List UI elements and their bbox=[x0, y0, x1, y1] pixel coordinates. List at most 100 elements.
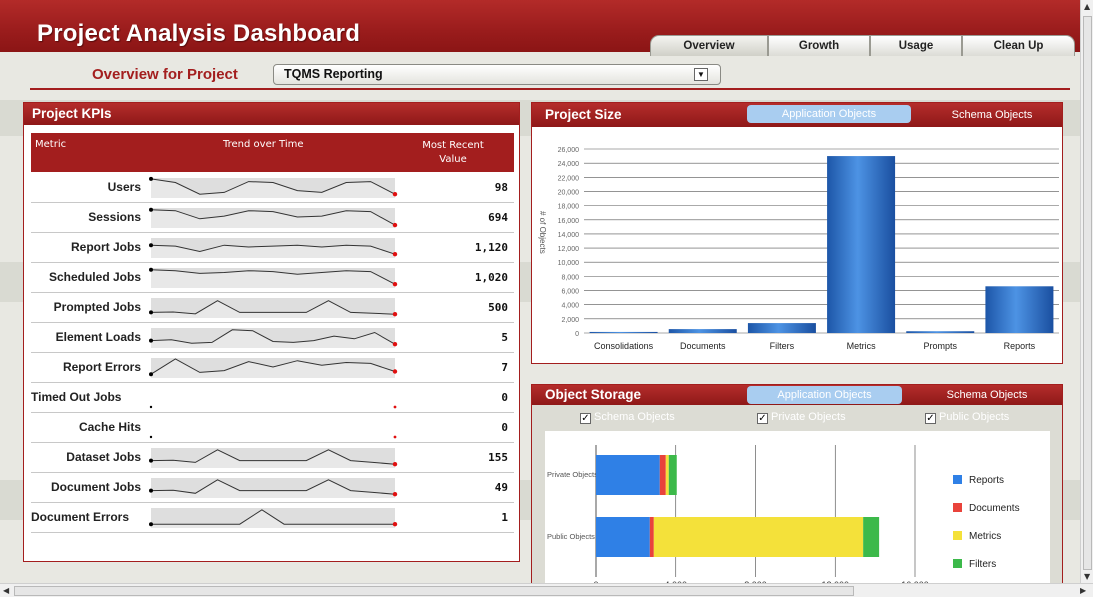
kpi-row: Users 98 bbox=[31, 173, 514, 203]
kpi-value: 0 bbox=[501, 391, 508, 404]
kpi-table-header: Metric Trend over Time Most Recent Value bbox=[31, 133, 514, 172]
project-size-header: Project Size Application Objects Schema … bbox=[532, 103, 1062, 127]
tab-overview[interactable]: Overview bbox=[650, 35, 768, 56]
y-axis-label: # of Objects bbox=[538, 211, 547, 254]
legend-label: Filters bbox=[969, 559, 996, 570]
x-tick-label: Documents bbox=[680, 341, 726, 351]
y-tick-label: 6,000 bbox=[561, 289, 579, 296]
y-tick-label: 4,000 bbox=[561, 303, 579, 310]
bar-segment bbox=[665, 455, 669, 495]
kpi-panel-title: Project KPIs bbox=[32, 106, 112, 121]
checkbox-icon[interactable]: ✓ bbox=[580, 413, 591, 424]
kpi-name: Report Errors bbox=[62, 360, 141, 374]
scroll-up-icon[interactable]: ▲ bbox=[1084, 2, 1090, 11]
kpi-name: Timed Out Jobs bbox=[31, 390, 122, 404]
sparkline-start-point bbox=[149, 405, 153, 409]
checkbox-icon[interactable]: ✓ bbox=[925, 413, 936, 424]
checkbox-private-objects[interactable]: ✓ Private Objects bbox=[757, 411, 846, 424]
kpi-row: Dataset Jobs 155 bbox=[31, 443, 514, 473]
scroll-thumb[interactable] bbox=[1083, 16, 1092, 570]
bar-segment bbox=[668, 455, 677, 495]
tab-growth[interactable]: Growth bbox=[768, 35, 870, 56]
kpi-row: Prompted Jobs 500 bbox=[31, 293, 514, 323]
kpi-row: Document Jobs 49 bbox=[31, 473, 514, 503]
kpi-row: Element Loads 5 bbox=[31, 323, 514, 353]
sparkline-end-point bbox=[393, 405, 397, 409]
sparkline bbox=[149, 358, 398, 378]
kpi-row: Report Errors 7 bbox=[31, 353, 514, 383]
sparkline-start-point bbox=[149, 458, 153, 463]
tab-application-objects[interactable]: Application Objects bbox=[747, 105, 911, 123]
tab-schema-objects[interactable]: Schema Objects bbox=[932, 386, 1042, 404]
kpi-value: 7 bbox=[501, 361, 508, 374]
bar bbox=[747, 323, 816, 333]
y-tick-label: 8,000 bbox=[561, 274, 579, 281]
y-tick-label: Private Objects bbox=[547, 470, 598, 479]
sparkline-start-point bbox=[149, 522, 153, 527]
checkbox-label: Private Objects bbox=[771, 411, 846, 423]
bar bbox=[668, 329, 737, 333]
sparkline-end-point bbox=[392, 252, 398, 257]
sparkline-start-point bbox=[149, 338, 153, 343]
sparkline bbox=[149, 448, 398, 468]
scroll-down-icon[interactable]: ▼ bbox=[1084, 572, 1090, 581]
sparkline-start-point bbox=[149, 267, 153, 272]
sparkline-end-point bbox=[392, 192, 398, 197]
tab-schema-objects[interactable]: Schema Objects bbox=[942, 106, 1042, 124]
tab-application-objects[interactable]: Application Objects bbox=[747, 386, 902, 404]
y-tick-label: 12,000 bbox=[558, 246, 580, 253]
sparkline-end-point bbox=[392, 522, 398, 527]
y-tick-label: 14,000 bbox=[558, 232, 580, 239]
y-tick-label: 20,000 bbox=[558, 189, 580, 196]
kpi-name: Element Loads bbox=[55, 330, 141, 344]
legend-label: Documents bbox=[969, 503, 1020, 514]
sparkline-end-point bbox=[392, 462, 398, 467]
vertical-scrollbar[interactable]: ▲ ▼ bbox=[1080, 0, 1093, 583]
sparkline-end-point bbox=[392, 369, 398, 374]
x-tick-label: Consolidations bbox=[594, 341, 654, 351]
kpi-name: Scheduled Jobs bbox=[48, 270, 141, 284]
kpi-value: 1 bbox=[501, 511, 508, 524]
bar-segment bbox=[596, 455, 660, 495]
checkbox-icon[interactable]: ✓ bbox=[757, 413, 768, 424]
sparkline-start-point bbox=[149, 372, 153, 377]
y-tick-label: Public Objects bbox=[547, 532, 595, 541]
y-tick-label: 16,000 bbox=[558, 218, 580, 225]
tab-clean-up[interactable]: Clean Up bbox=[962, 35, 1075, 56]
page-title: Project Analysis Dashboard bbox=[37, 20, 361, 47]
legend-swatch bbox=[953, 503, 962, 512]
horizontal-scrollbar[interactable]: ◀ ▶ bbox=[0, 583, 1093, 597]
sparkline-start-point bbox=[149, 435, 153, 439]
checkbox-public-objects[interactable]: ✓ Public Objects bbox=[925, 411, 1009, 424]
kpi-name: Users bbox=[107, 180, 141, 194]
checkbox-schema-objects[interactable]: ✓ Schema Objects bbox=[580, 411, 675, 424]
kpi-row: Timed Out Jobs 0 bbox=[31, 383, 514, 413]
scroll-thumb[interactable] bbox=[14, 586, 854, 596]
kpi-name: Cache Hits bbox=[78, 420, 141, 434]
bar bbox=[906, 331, 975, 333]
kpi-value: 98 bbox=[494, 181, 508, 194]
object-storage-chart: 04,0008,00012,00016,000Private ObjectsPu… bbox=[545, 431, 1050, 583]
y-tick-label: 24,000 bbox=[558, 161, 580, 168]
y-tick-label: 18,000 bbox=[558, 204, 580, 211]
legend-swatch bbox=[953, 559, 962, 568]
legend-swatch bbox=[953, 475, 962, 484]
tab-usage[interactable]: Usage bbox=[870, 35, 962, 56]
kpi-value: 1,120 bbox=[474, 241, 508, 254]
project-size-chart: 0 2,000 4,000 6,000 8,000 10,000 12,000 14,000 1… bbox=[538, 147, 1059, 351]
dropdown-arrow-icon[interactable]: ▼ bbox=[694, 68, 708, 81]
project-select[interactable]: TQMS Reporting ▼ bbox=[273, 64, 721, 85]
kpi-value: 155 bbox=[488, 451, 508, 464]
kpi-row: Document Errors 1 bbox=[31, 503, 514, 533]
sparkline-end-point bbox=[392, 222, 398, 228]
x-tick-label: Reports bbox=[1004, 341, 1036, 351]
column-most-recent-value: Most Recent Value bbox=[422, 140, 484, 165]
kpi-name: Document Jobs bbox=[50, 480, 141, 494]
kpi-name: Document Errors bbox=[31, 510, 130, 524]
scroll-right-icon[interactable]: ▶ bbox=[1080, 586, 1086, 595]
scroll-left-icon[interactable]: ◀ bbox=[3, 586, 9, 595]
kpi-row: Scheduled Jobs 1,020 bbox=[31, 263, 514, 293]
sparkline-end-point bbox=[392, 282, 398, 287]
kpi-value: 1,020 bbox=[474, 271, 508, 284]
bar bbox=[827, 156, 896, 333]
